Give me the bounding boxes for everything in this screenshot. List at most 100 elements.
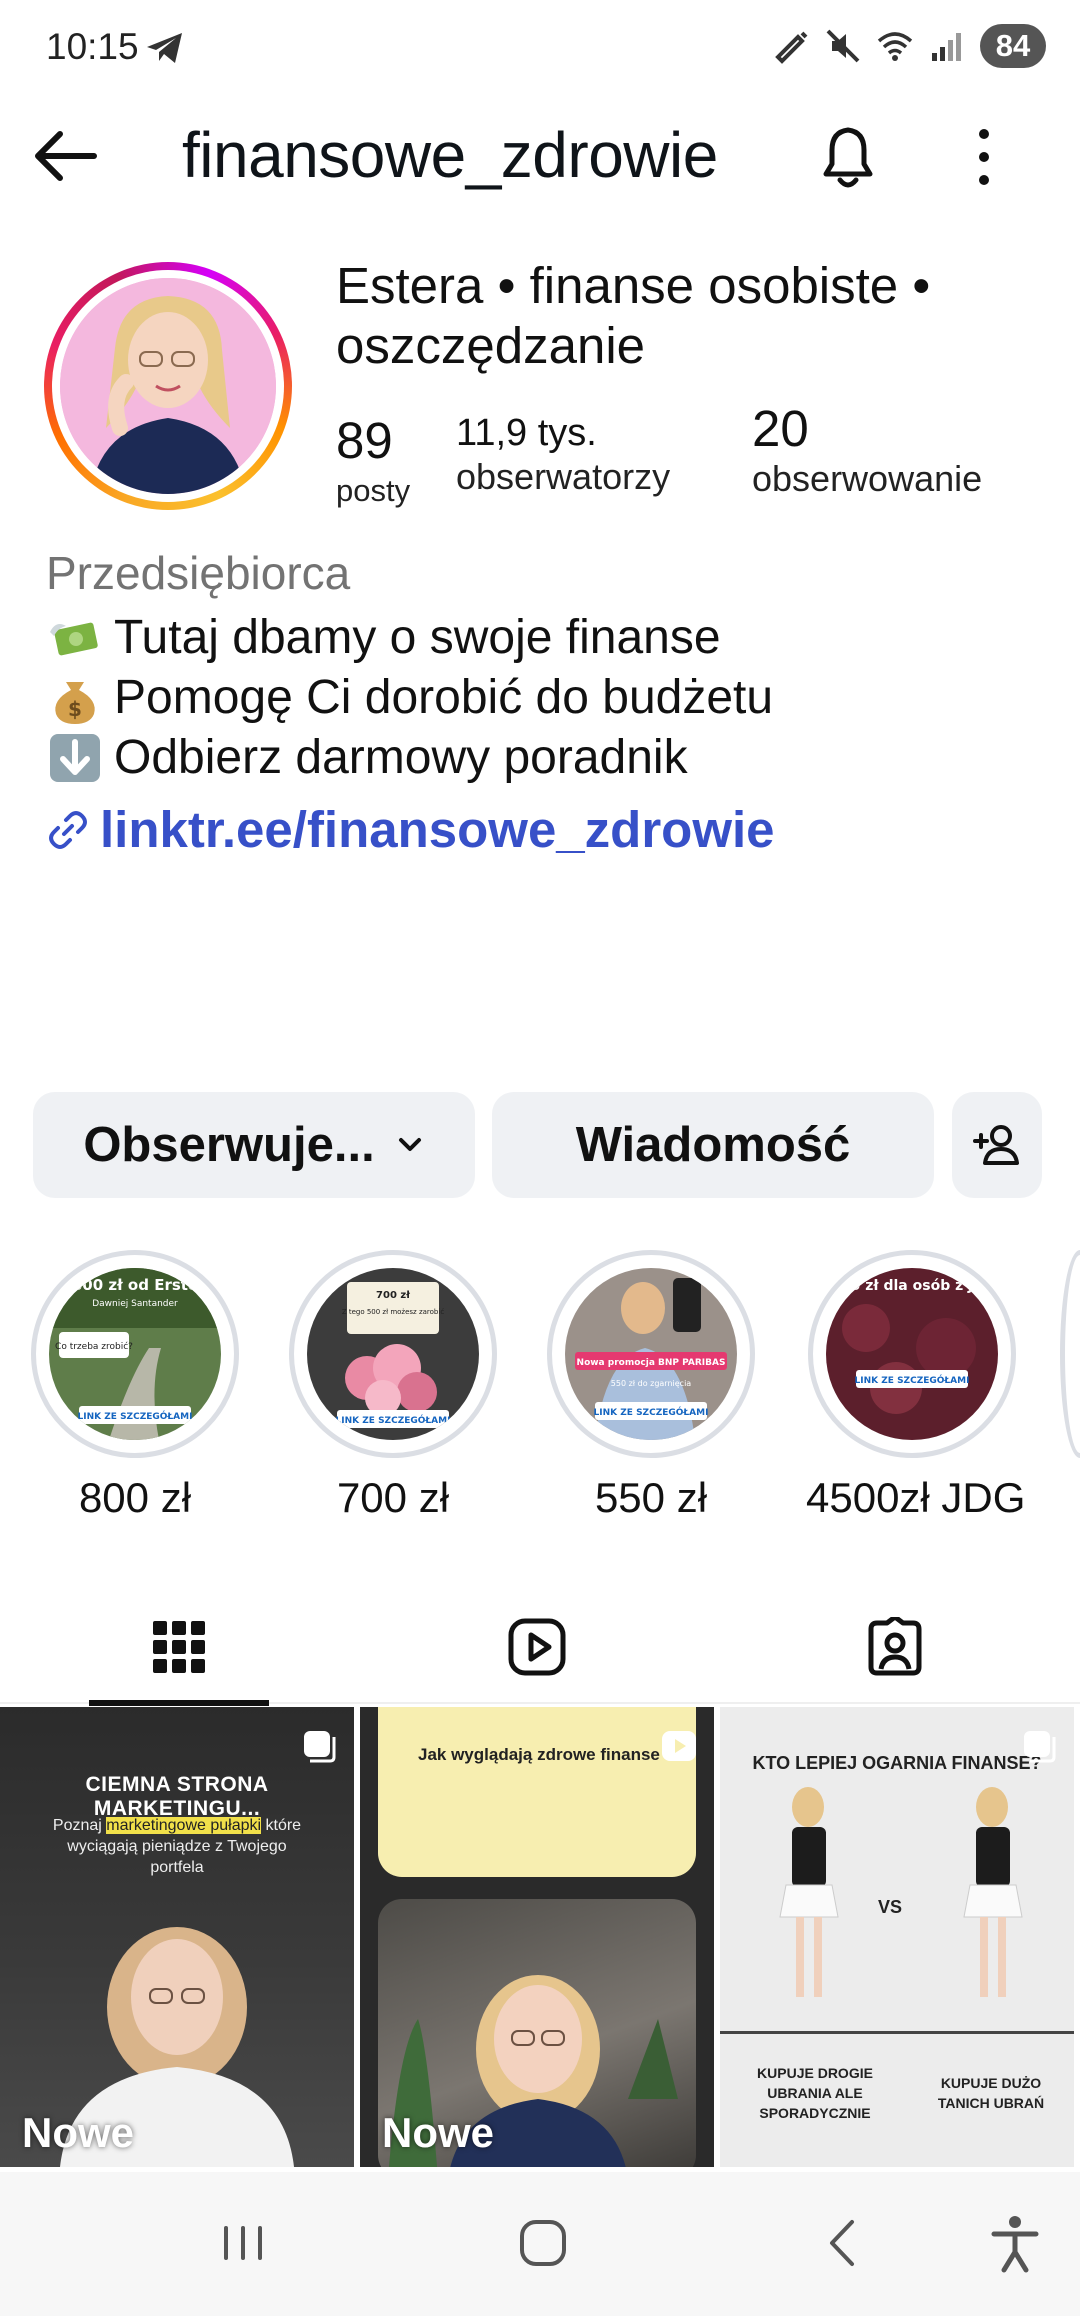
highlight-thumb-title: 0 zł dla osób z J xyxy=(851,1278,974,1294)
following-dropdown-button[interactable]: Obserwuje... xyxy=(33,1092,475,1198)
bio-line: Tutaj dbamy o swoje finanse xyxy=(46,608,773,668)
new-badge: Nowe xyxy=(22,2109,135,2156)
profile-content-tabs xyxy=(0,1590,1080,1706)
post-subtitle-highlight: marketingowe pułapki xyxy=(106,1817,262,1834)
status-time: 10:15 xyxy=(46,26,139,67)
wifi-icon xyxy=(877,32,913,61)
notification-bell-icon[interactable] xyxy=(812,118,884,194)
system-navigation-bar xyxy=(0,2172,1080,2316)
profile-bio: Tutaj dbamy o swoje finanse $ Pomogę Ci … xyxy=(46,608,773,788)
new-badge: Nowe xyxy=(382,2109,495,2156)
bio-text: Pomogę Ci dorobić do budżetu xyxy=(114,671,774,724)
highlight-thumb-subtitle: Dawniej Santander xyxy=(92,1299,178,1309)
posts-count-stat[interactable]: 89 posty xyxy=(336,412,410,512)
telegram-icon xyxy=(147,33,182,63)
highlight-thumbnail: Nowa promocja BNP PARIBAS 550 zł do zgar… xyxy=(565,1268,737,1440)
posts-label: posty xyxy=(336,473,411,508)
highlight-question: Co trzeba zrobić? xyxy=(55,1341,133,1352)
status-bar: 10:15 84 xyxy=(0,0,1080,92)
highlight-thumb-title: 800 zł od Erste xyxy=(72,1276,198,1294)
system-back-icon[interactable] xyxy=(808,2208,878,2278)
bio-text: Tutaj dbamy o swoje finanse xyxy=(114,611,721,664)
highlight-label: 4500zł JDG xyxy=(806,1474,1026,1521)
followers-label: obserwatorzy xyxy=(456,456,671,497)
back-arrow-icon[interactable] xyxy=(30,124,100,188)
grid-post[interactable]: Jak wyglądają zdrowe finanse Nowe xyxy=(360,1707,714,2167)
money-bag-emoji-icon: $ xyxy=(46,672,104,724)
profile-category: Przedsiębiorca xyxy=(46,547,351,599)
message-button[interactable]: Wiadomość xyxy=(492,1092,934,1198)
money-wings-emoji-icon xyxy=(46,612,104,664)
bio-text: Odbierz darmowy poradnik xyxy=(114,731,688,784)
highlight-thumb-title: 700 zł xyxy=(376,1290,410,1301)
down-arrow-emoji-icon xyxy=(46,732,104,784)
posts-count: 89 xyxy=(336,412,393,469)
profile-header: finansowe_zdrowie xyxy=(0,110,1080,202)
highlight-thumbnail: 0 zł dla osób z J LINK ZE SZCZEGÓŁAMI xyxy=(826,1268,998,1440)
story-highlight[interactable]: 0 zł dla osób z J LINK ZE SZCZEGÓŁAMI 45… xyxy=(806,1250,1026,1522)
post-title: CIEMNA STRONA MARKETINGU... xyxy=(85,1773,269,1820)
story-highlight-peek[interactable] xyxy=(1060,1250,1080,1458)
following-count: 20 xyxy=(752,400,809,457)
highlight-label: 700 zł xyxy=(336,1474,450,1521)
highlight-link-label: LINK ZE SZCZEGÓŁAMI xyxy=(336,1414,451,1426)
grid-icon xyxy=(153,1621,205,1673)
highlight-label: 800 zł xyxy=(78,1474,192,1521)
suggested-people-button[interactable] xyxy=(952,1092,1042,1198)
bio-line: $ Pomogę Ci dorobić do budżetu xyxy=(46,668,773,728)
profile-link[interactable]: linktr.ee/finansowe_zdrowie xyxy=(46,800,775,859)
carousel-icon xyxy=(1024,1731,1056,1763)
highlight-thumb-subtitle: Z tego 500 zł możesz zarobić xyxy=(342,1308,444,1316)
avatar xyxy=(60,278,276,494)
avatar-story-ring[interactable] xyxy=(44,262,292,510)
following-label: obserwowanie xyxy=(752,458,983,499)
followers-count: 11,9 tys. xyxy=(456,412,597,454)
highlight-thumbnail: 700 zł Z tego 500 zł możesz zarobić LINK… xyxy=(307,1268,479,1440)
data-saver-icon xyxy=(775,31,808,64)
link-icon xyxy=(49,810,87,849)
profile-link-text: linktr.ee/finansowe_zdrowie xyxy=(100,801,775,858)
profile-username: finansowe_zdrowie xyxy=(182,119,718,191)
battery-indicator: 84 xyxy=(980,24,1046,68)
more-options-icon[interactable] xyxy=(966,122,1002,192)
highlight-link-label: LINK ZE SZCZEGÓŁAMI xyxy=(78,1410,193,1422)
tab-posts-grid[interactable] xyxy=(89,1590,269,1706)
home-icon[interactable] xyxy=(508,2208,578,2278)
add-person-icon xyxy=(973,1125,1019,1165)
tab-tagged[interactable] xyxy=(805,1590,985,1704)
following-button-label: Obserwuje... xyxy=(83,1118,375,1172)
highlight-thumbnail: Co trzeba zrobić? LINK ZE SZCZEGÓŁAMI 80… xyxy=(49,1268,221,1440)
highlight-link-label: LINK ZE SZCZEGÓŁAMI xyxy=(855,1374,970,1386)
accessibility-icon[interactable] xyxy=(980,2208,1050,2278)
highlight-thumb-title: Nowa promocja BNP PARIBAS xyxy=(577,1358,726,1368)
story-highlight[interactable]: 700 zł Z tego 500 zł możesz zarobić LINK… xyxy=(288,1250,498,1522)
carousel-icon xyxy=(304,1731,336,1763)
story-highlight[interactable]: Nowa promocja BNP PARIBAS 550 zł do zgar… xyxy=(546,1250,756,1522)
chevron-down-icon xyxy=(398,1138,421,1151)
post-caption-left: KUPUJE DROGIE UBRANIA ALE SPORADYCZNIE xyxy=(757,2065,873,2121)
followers-count-stat[interactable]: 11,9 tys. obserwatorzy xyxy=(456,410,670,498)
mute-icon xyxy=(826,29,860,63)
post-divider xyxy=(720,2031,1074,2034)
svg-text:$: $ xyxy=(68,697,82,721)
tab-reels[interactable] xyxy=(447,1590,627,1704)
highlight-thumb-subtitle: 550 zł do zgarnięcia xyxy=(611,1379,692,1388)
signal-icon xyxy=(932,33,961,61)
story-highlight[interactable]: Co trzeba zrobić? LINK ZE SZCZEGÓŁAMI 80… xyxy=(30,1250,240,1522)
highlight-label: 550 zł xyxy=(594,1474,708,1521)
message-button-label: Wiadomość xyxy=(575,1118,851,1172)
tagged-person-icon xyxy=(868,1617,922,1676)
post-title-card: Jak wyglądają zdrowe finanse xyxy=(378,1707,696,1877)
post-title: Jak wyglądają zdrowe finanse xyxy=(418,1745,660,1764)
profile-full-name: Estera • finanse osobiste • oszczędzanie xyxy=(336,257,931,374)
reel-play-icon xyxy=(662,1731,696,1761)
grid-post[interactable]: KTO LEPIEJ OGARNIA FINANSE? VS KUPUJE DR… xyxy=(720,1707,1074,2167)
post-vs-label: VS xyxy=(878,1897,903,1917)
recent-apps-icon[interactable] xyxy=(208,2208,278,2278)
post-subtitle: Poznaj marketingowe pułapki które wyciąg… xyxy=(40,1815,314,1878)
highlight-link-label: LINK ZE SZCZEGÓŁAMI xyxy=(594,1406,709,1418)
following-count-stat[interactable]: 20 obserwowanie xyxy=(752,400,982,500)
reels-icon xyxy=(508,1618,566,1676)
bio-line: Odbierz darmowy poradnik xyxy=(46,728,773,788)
grid-post[interactable]: CIEMNA STRONA MARKETINGU... Poznaj marke… xyxy=(0,1707,354,2167)
